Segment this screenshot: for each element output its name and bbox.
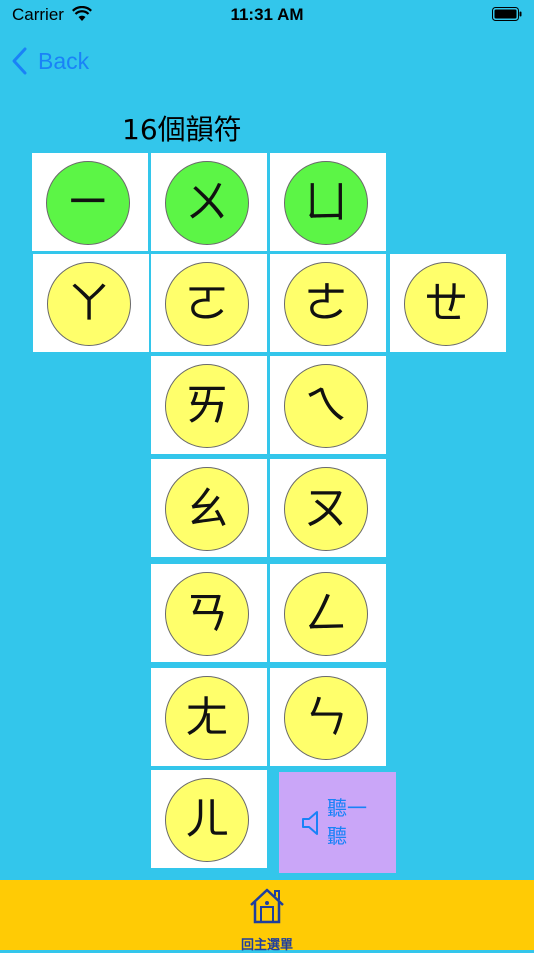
symbol-tile-eng[interactable]: ㄥ	[270, 564, 386, 662]
listen-label: 聽一聽	[327, 796, 367, 848]
symbol-tile-eh[interactable]: ㄝ	[390, 254, 506, 352]
listen-button[interactable]: 聽一聽	[279, 772, 396, 873]
symbol-circle: ㄡ	[284, 467, 368, 551]
chevron-left-icon	[12, 47, 27, 75]
home-label: 回主選單	[240, 938, 293, 953]
symbol-tile-ang[interactable]: ㄤ	[151, 668, 267, 766]
symbol-circle: ㄛ	[165, 262, 249, 346]
symbol-circle: ㄢ	[165, 572, 249, 656]
speaker-icon	[302, 811, 318, 835]
symbol-tile-a[interactable]: ㄚ	[33, 254, 149, 352]
symbol-tile-an[interactable]: ㄢ	[151, 564, 267, 662]
symbol-tile-er[interactable]: ㄦ	[151, 770, 267, 868]
symbol-circle: ㄤ	[165, 676, 249, 760]
symbol-tile-o[interactable]: ㄛ	[151, 254, 267, 352]
symbol-tile-ei[interactable]: ㄟ	[270, 356, 386, 454]
symbol-tile-en[interactable]: ㄣ	[270, 668, 386, 766]
tab-bar: 回主選單	[0, 880, 534, 953]
status-bar: Carrier 11:31 AM	[0, 0, 534, 30]
symbol-circle: ㄜ	[284, 262, 368, 346]
symbol-tile-ao[interactable]: ㄠ	[151, 459, 267, 557]
symbol-tile-i[interactable]: ㄧ	[32, 153, 148, 251]
symbol-circle: ㄚ	[47, 262, 131, 346]
symbol-tile-e[interactable]: ㄜ	[270, 254, 386, 352]
back-button[interactable]: Back	[10, 44, 89, 78]
symbol-circle: ㄨ	[165, 161, 249, 245]
battery-icon	[492, 7, 522, 21]
symbol-circle: ㄩ	[284, 161, 368, 245]
symbol-circle: ㄥ	[284, 572, 368, 656]
symbol-circle: ㄧ	[46, 161, 130, 245]
symbol-circle: ㄠ	[165, 467, 249, 551]
symbol-tile-u[interactable]: ㄨ	[151, 153, 267, 251]
home-tab[interactable]: 回主選單	[222, 885, 312, 953]
symbol-circle: ㄞ	[165, 364, 249, 448]
symbol-circle: ㄝ	[404, 262, 488, 346]
symbol-circle: ㄦ	[165, 778, 249, 862]
symbol-tile-ou[interactable]: ㄡ	[270, 459, 386, 557]
page-title: 16個韻符	[122, 113, 242, 146]
symbol-tile-ai[interactable]: ㄞ	[151, 356, 267, 454]
clock: 11:31 AM	[230, 5, 304, 24]
back-label: Back	[38, 47, 90, 74]
symbol-tile-yu[interactable]: ㄩ	[270, 153, 386, 251]
home-icon	[250, 888, 284, 924]
symbol-circle: ㄣ	[284, 676, 368, 760]
symbol-circle: ㄟ	[284, 364, 368, 448]
